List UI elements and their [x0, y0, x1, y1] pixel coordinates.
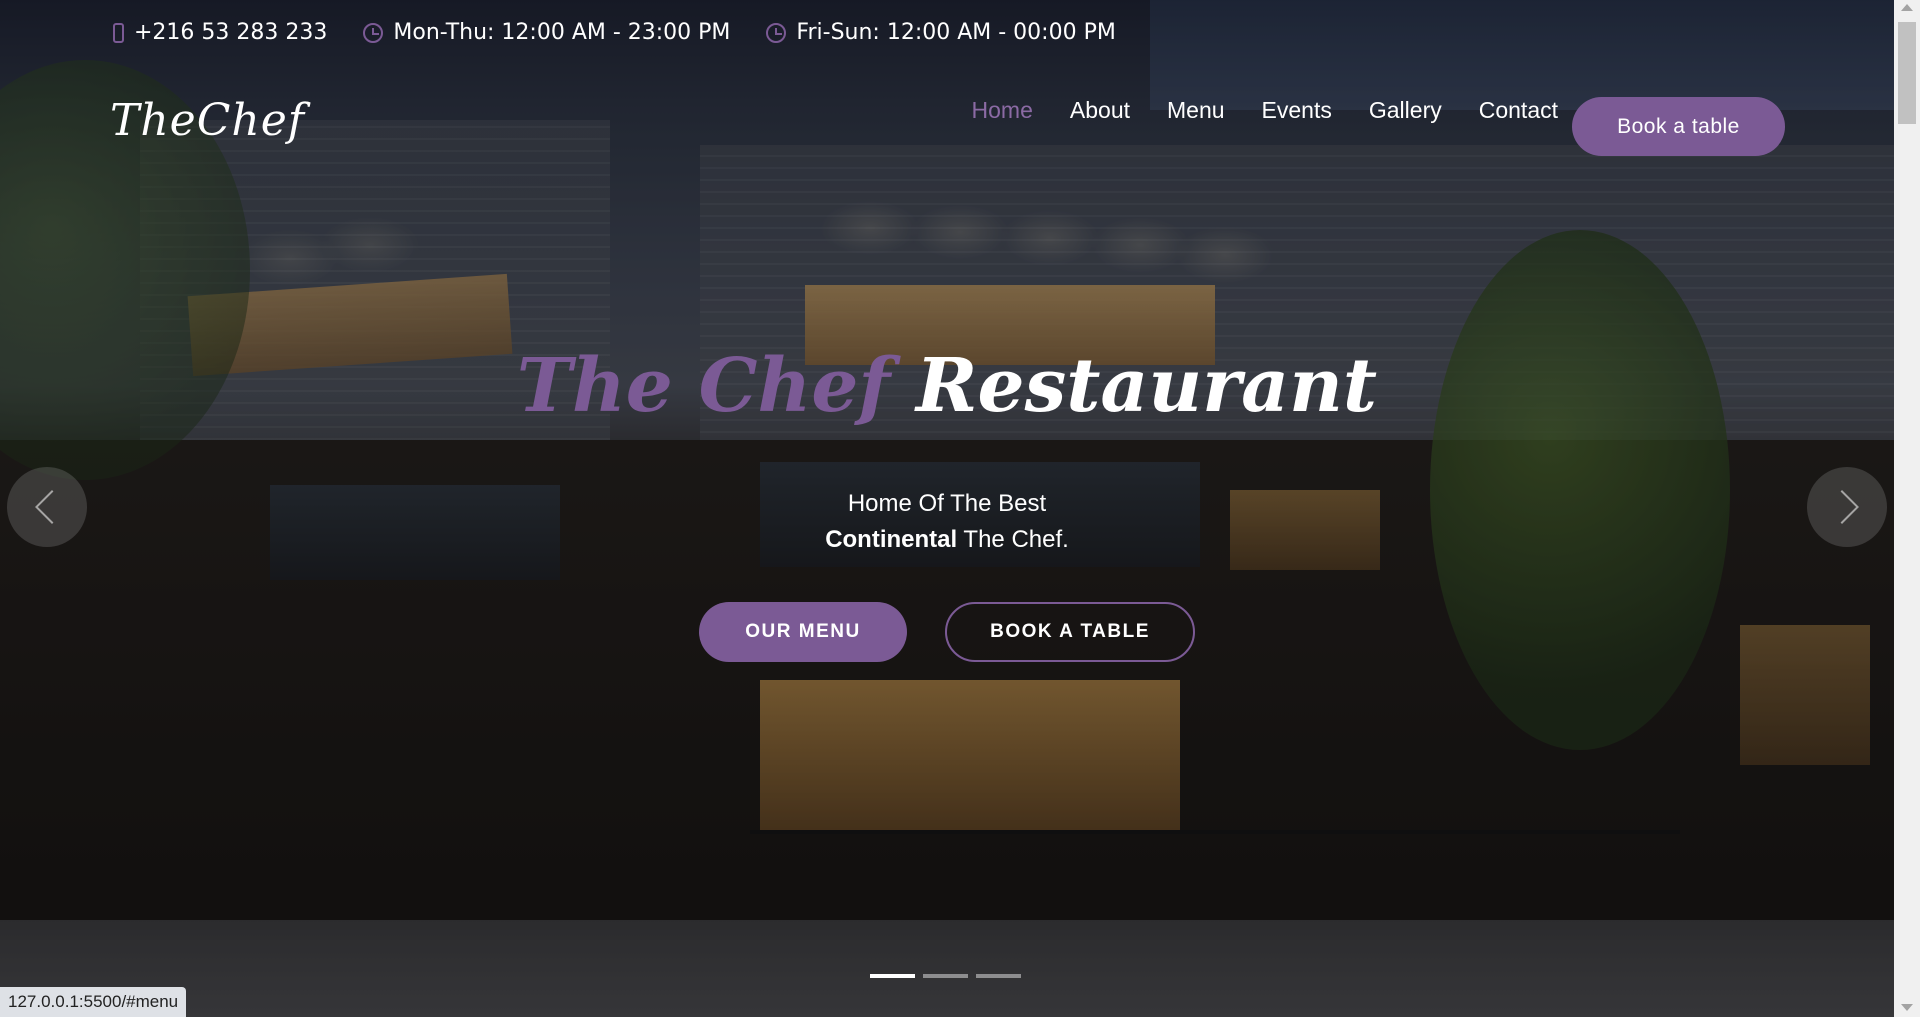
- our-menu-button[interactable]: OUR MENU: [699, 602, 907, 662]
- nav-menu[interactable]: Menu: [1167, 97, 1225, 124]
- carousel-indicator[interactable]: [923, 974, 968, 978]
- carousel-indicator[interactable]: [870, 974, 915, 978]
- nav-home[interactable]: Home: [972, 97, 1033, 124]
- hero-title: The Chef Restaurant: [0, 343, 1894, 429]
- carousel-next-button[interactable]: [1807, 467, 1887, 547]
- nav-about[interactable]: About: [1070, 97, 1130, 124]
- nav-contact[interactable]: Contact: [1479, 97, 1558, 124]
- hero-title-accent: The Chef: [516, 343, 891, 429]
- phone-icon: [113, 22, 124, 43]
- hero-subtitle-rest: The Chef.: [957, 526, 1069, 553]
- clock-icon: [363, 22, 384, 43]
- hero-subtitle-bold: Continental: [825, 526, 958, 553]
- phone-info: +216 53 283 233: [113, 20, 327, 45]
- chevron-left-icon: [35, 490, 69, 524]
- phone-number: +216 53 283 233: [134, 20, 328, 45]
- link-status-bar: 127.0.0.1:5500/#menu: [0, 987, 187, 1017]
- site-logo[interactable]: TheChef: [110, 95, 305, 146]
- top-info-bar: +216 53 283 233 Mon-Thu: 12:00 AM - 23:0…: [113, 20, 1116, 45]
- scroll-down-arrow-icon[interactable]: [1901, 1004, 1913, 1011]
- vertical-scrollbar[interactable]: [1894, 0, 1920, 1017]
- carousel-prev-button[interactable]: [7, 467, 87, 547]
- weekday-hours: Mon-Thu: 12:00 AM - 23:00 PM: [363, 20, 730, 45]
- weekend-hours-text: Fri-Sun: 12:00 AM - 00:00 PM: [796, 20, 1116, 45]
- book-table-nav-button[interactable]: Book a table: [1572, 97, 1785, 156]
- carousel-indicators: [870, 974, 1021, 978]
- nav-gallery[interactable]: Gallery: [1369, 97, 1442, 124]
- chevron-right-icon: [1825, 490, 1859, 524]
- scroll-up-arrow-icon[interactable]: [1901, 4, 1913, 11]
- nav-events[interactable]: Events: [1262, 97, 1332, 124]
- book-a-table-button[interactable]: BOOK A TABLE: [945, 602, 1195, 662]
- hero-subtitle-line2: Continental The Chef.: [0, 522, 1894, 558]
- weekday-hours-text: Mon-Thu: 12:00 AM - 23:00 PM: [393, 20, 731, 45]
- hero-subtitle-line1: Home Of The Best: [847, 490, 1047, 517]
- clock-icon: [766, 22, 787, 43]
- scrollbar-thumb[interactable]: [1898, 22, 1916, 124]
- hero-subtitle: Home Of The Best Continental The Chef.: [0, 486, 1894, 558]
- weekend-hours: Fri-Sun: 12:00 AM - 00:00 PM: [766, 20, 1116, 45]
- carousel-indicator[interactable]: [976, 974, 1021, 978]
- main-nav: Home About Menu Events Gallery Contact: [972, 97, 1558, 124]
- hero-title-main: Restaurant: [916, 343, 1378, 429]
